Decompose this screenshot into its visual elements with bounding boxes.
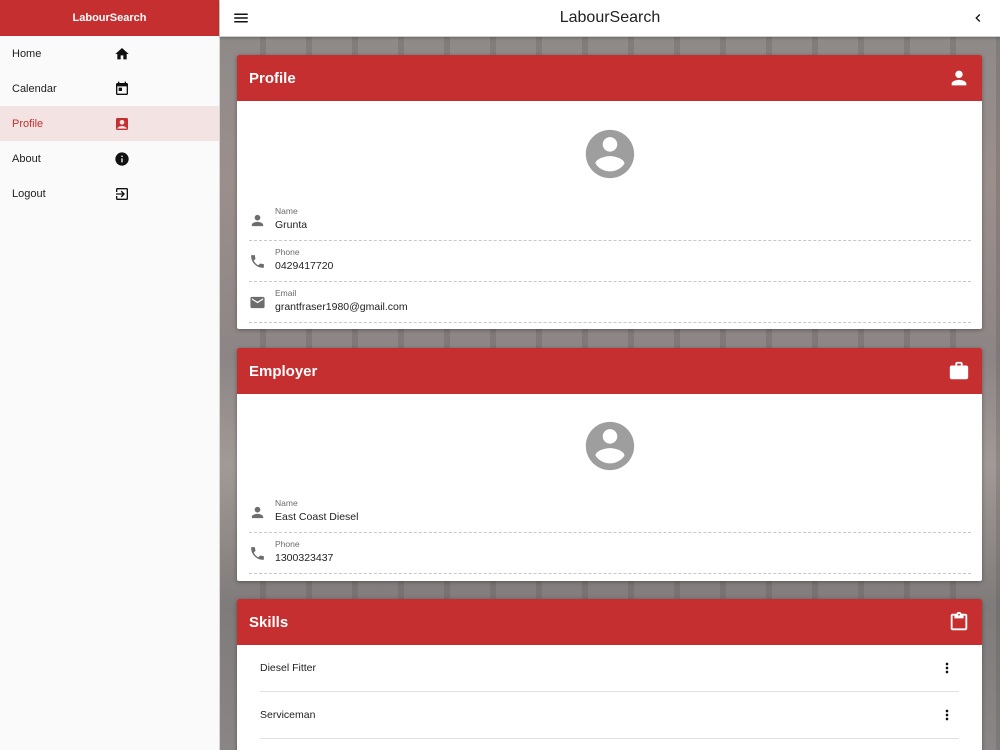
skills-card-header: Skills — [237, 599, 982, 645]
field-label: Name — [275, 206, 298, 216]
person-icon — [948, 67, 970, 89]
clipboard-icon — [948, 611, 970, 633]
person-icon — [249, 212, 266, 229]
person-icon — [249, 504, 266, 521]
home-icon — [113, 45, 130, 62]
name-field: Name Grunta — [249, 200, 971, 241]
sidebar-item-label: Home — [12, 47, 42, 60]
content-area: Profile Name Grunta Phone 0429417720 Ema… — [220, 37, 1000, 750]
employer-card-header: Employer — [237, 348, 982, 394]
list-item[interactable]: Serviceman — [260, 692, 959, 739]
more-vert-icon[interactable] — [939, 707, 955, 723]
email-field: Email grantfraser1980@gmail.com — [249, 282, 971, 323]
employer-name-field: Name East Coast Diesel — [249, 492, 971, 533]
exit-icon — [113, 185, 130, 202]
phone-field: Phone 0429417720 — [249, 241, 971, 282]
profile-card-header: Profile — [237, 55, 982, 101]
sidebar-item-calendar[interactable]: Calendar — [0, 71, 219, 106]
sidebar-item-label: About — [12, 152, 41, 165]
sidebar-item-logout[interactable]: Logout — [0, 176, 219, 211]
sidebar-item-home[interactable]: Home — [0, 36, 219, 71]
page-title: LabourSearch — [559, 9, 661, 26]
sidebar-item-about[interactable]: About — [0, 141, 219, 176]
list-item[interactable]: Diesel Fitter — [260, 645, 959, 692]
field-label: Phone — [275, 539, 300, 549]
profile-card-title: Profile — [249, 69, 296, 87]
field-label: Name — [275, 498, 298, 508]
calendar-icon — [113, 80, 130, 97]
sidebar: LabourSearch Home Calendar Profile About… — [0, 0, 220, 750]
field-value: 0429417720 — [275, 260, 334, 272]
sidebar-item-profile[interactable]: Profile — [0, 106, 219, 141]
avatar — [581, 125, 639, 183]
skills-card: Skills Diesel Fitter Serviceman — [237, 599, 982, 750]
info-icon — [113, 150, 130, 167]
phone-icon — [249, 253, 266, 270]
employer-card: Employer Name East Coast Diesel Phone 13… — [237, 348, 982, 581]
skill-label: Diesel Fitter — [260, 662, 317, 674]
employer-phone-field: Phone 1300323437 — [249, 533, 971, 574]
employer-card-title: Employer — [249, 362, 318, 380]
chevron-left-icon[interactable] — [970, 10, 986, 26]
sidebar-item-label: Logout — [12, 187, 46, 200]
sidebar-item-label: Profile — [12, 117, 44, 130]
top-app-bar: LabourSearch — [220, 0, 1000, 37]
more-vert-icon[interactable] — [939, 660, 955, 676]
skills-card-title: Skills — [249, 613, 289, 631]
contact-icon — [113, 115, 130, 132]
field-label: Phone — [275, 247, 300, 257]
avatar — [581, 417, 639, 475]
sidebar-item-label: Calendar — [12, 82, 57, 95]
briefcase-icon — [948, 360, 970, 382]
field-value: Grunta — [275, 219, 308, 231]
phone-icon — [249, 545, 266, 562]
field-value: grantfraser1980@gmail.com — [275, 301, 408, 313]
profile-card: Profile Name Grunta Phone 0429417720 Ema… — [237, 55, 982, 329]
skill-label: Serviceman — [260, 709, 316, 721]
field-value: 1300323437 — [275, 552, 334, 564]
mail-icon — [249, 294, 266, 311]
field-label: Email — [275, 288, 297, 298]
field-value: East Coast Diesel — [275, 511, 359, 523]
sidebar-title: LabourSearch — [0, 0, 219, 36]
